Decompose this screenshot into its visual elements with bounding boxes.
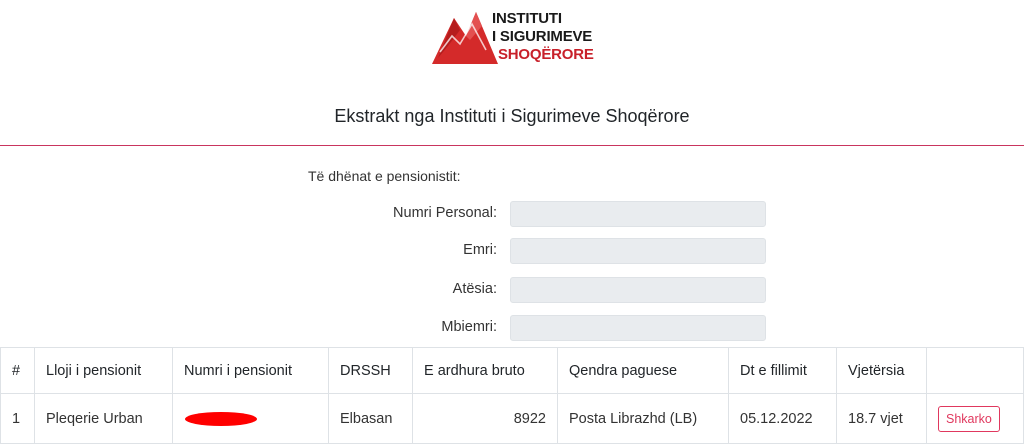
table-header-row: # Lloji i pensionit Numri i pensionit DR… bbox=[0, 347, 1024, 394]
redaction-mark bbox=[185, 411, 257, 426]
col-header-start-date: Dt e fillimit bbox=[728, 347, 837, 394]
col-header-type: Lloji i pensionit bbox=[34, 347, 173, 394]
logo-text-line3: SHOQËRORE bbox=[498, 46, 594, 63]
cell-index: 1 bbox=[0, 393, 35, 444]
col-header-seniority: Vjetërsia bbox=[836, 347, 927, 394]
cell-action: Shkarko bbox=[926, 393, 1024, 444]
page-title: Ekstrakt nga Instituti i Sigurimeve Shoq… bbox=[334, 106, 690, 126]
personal-number-label: Numri Personal: bbox=[393, 205, 497, 221]
col-header-index: # bbox=[0, 347, 35, 394]
cell-gross-income: 8922 bbox=[412, 393, 558, 444]
pensioner-section-label: Të dhënat e pensionistit: bbox=[308, 168, 461, 184]
cell-drssh: Elbasan bbox=[328, 393, 413, 444]
col-header-drssh: DRSSH bbox=[328, 347, 413, 394]
surname-label: Mbiemri: bbox=[441, 319, 497, 335]
cell-start-date: 05.12.2022 bbox=[728, 393, 837, 444]
first-name-field bbox=[510, 238, 766, 264]
download-button[interactable]: Shkarko bbox=[938, 405, 1000, 432]
mountain-logo-icon bbox=[432, 12, 498, 64]
personal-number-field bbox=[510, 201, 766, 227]
first-name-label: Emri: bbox=[463, 242, 497, 258]
header-divider bbox=[0, 145, 1024, 146]
cell-payment-center: Posta Librazhd (LB) bbox=[557, 393, 729, 444]
table-row: 1 Pleqerie Urban Elbasan 8922 Posta Libr… bbox=[0, 393, 1024, 444]
father-name-field bbox=[510, 277, 766, 303]
pension-table: # Lloji i pensionit Numri i pensionit DR… bbox=[0, 347, 1024, 444]
col-header-number: Numri i pensionit bbox=[172, 347, 329, 394]
col-header-action bbox=[926, 347, 1024, 394]
father-name-label: Atësia: bbox=[452, 281, 497, 297]
cell-number bbox=[172, 393, 329, 444]
cell-type: Pleqerie Urban bbox=[34, 393, 173, 444]
col-header-payment-center: Qendra paguese bbox=[557, 347, 729, 394]
surname-field bbox=[510, 315, 766, 341]
logo-text-line1: INSTITUTI bbox=[492, 10, 562, 27]
col-header-gross-income: E ardhura bruto bbox=[412, 347, 558, 394]
isss-logo: INSTITUTI I SIGURIMEVE SHOQËRORE bbox=[430, 6, 600, 68]
logo-text-line2: I SIGURIMEVE bbox=[492, 28, 593, 45]
cell-seniority: 18.7 vjet bbox=[836, 393, 927, 444]
